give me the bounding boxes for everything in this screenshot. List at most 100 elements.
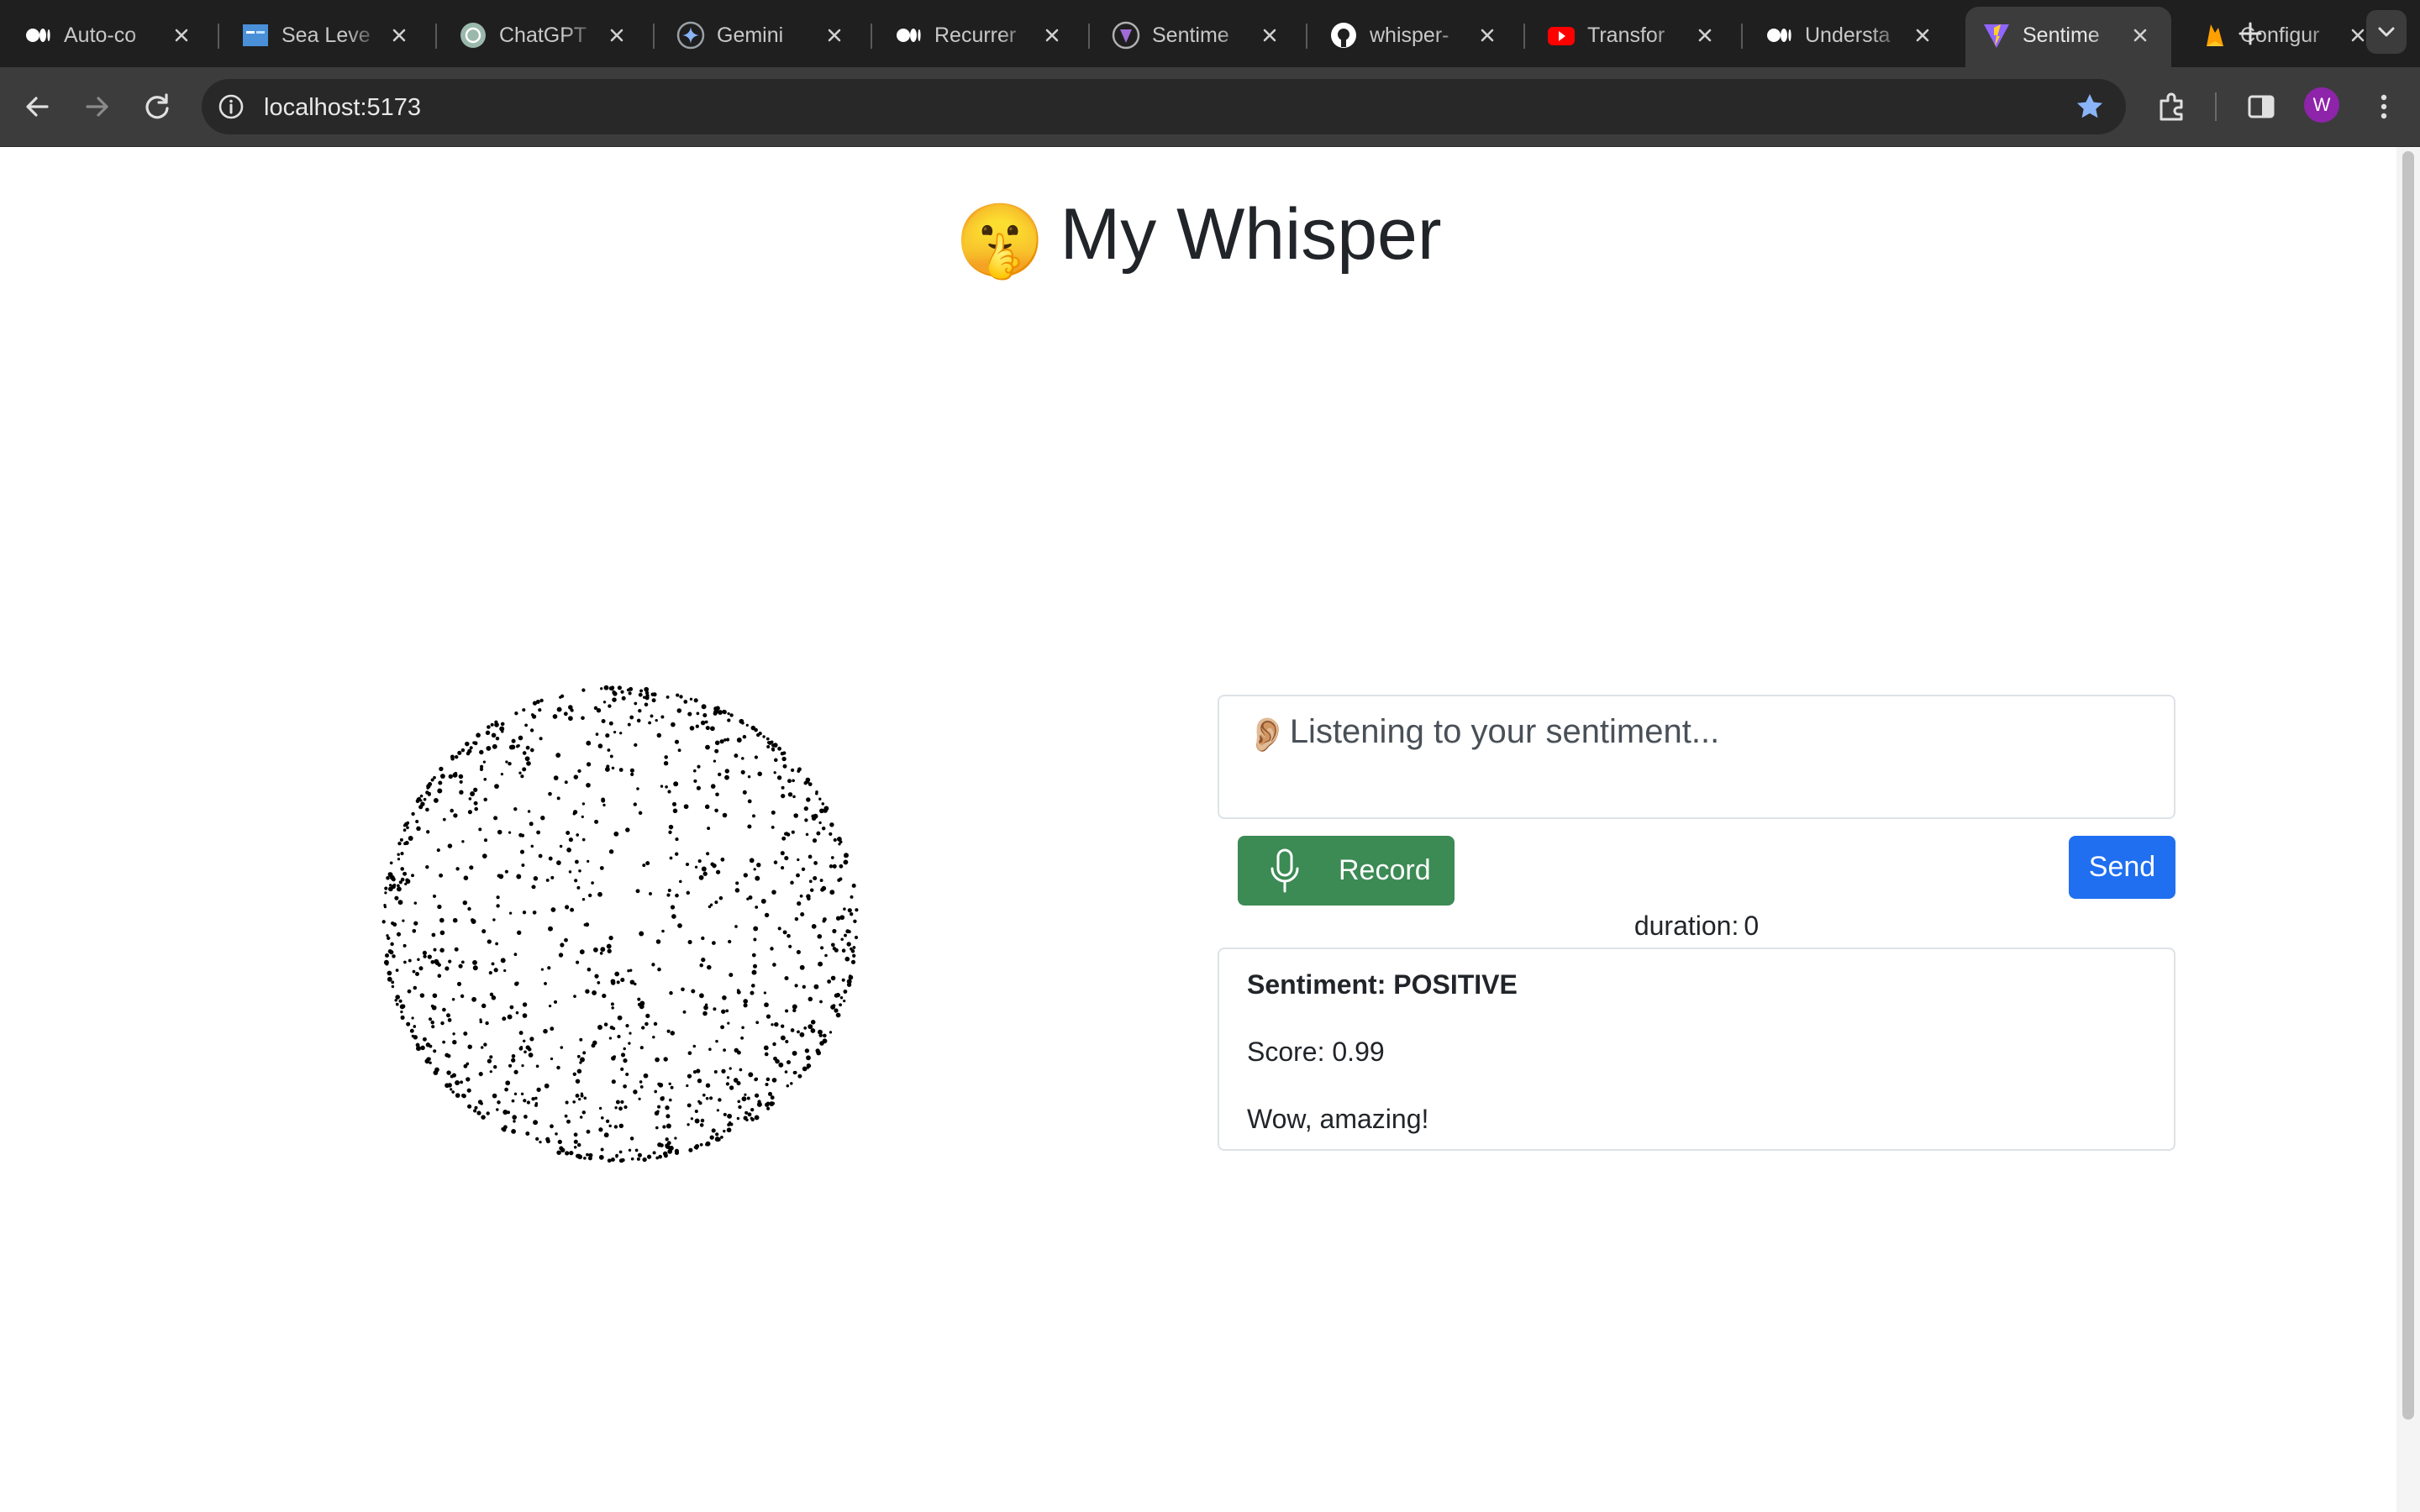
close-tab-icon[interactable] <box>1910 23 1935 48</box>
sphere-particle <box>566 848 571 853</box>
sphere-particle <box>771 810 776 815</box>
sphere-particle <box>786 1084 790 1088</box>
browser-tab[interactable]: Sea Leve <box>224 7 430 67</box>
send-button[interactable]: Send <box>2069 836 2175 899</box>
transcript-box[interactable]: 👂🏼Listening to your sentiment... <box>1218 695 2175 819</box>
browser-tab[interactable]: whisper- <box>1313 7 1518 67</box>
sphere-particle <box>474 806 478 811</box>
sphere-particle <box>555 753 561 759</box>
sphere-particle <box>397 858 401 861</box>
sphere-particle <box>620 690 624 694</box>
forward-arrow-icon[interactable] <box>77 87 116 126</box>
sphere-particle <box>617 1034 621 1039</box>
sphere-particle <box>574 859 579 864</box>
sphere-particle <box>778 1062 784 1068</box>
sentiment-app-icon <box>1112 21 1140 50</box>
side-panel-icon[interactable] <box>2242 87 2281 126</box>
sphere-particle <box>566 831 571 835</box>
sphere-particle <box>486 745 492 751</box>
sphere-particle <box>579 1116 583 1119</box>
browser-tab[interactable]: Gemini <box>660 7 865 67</box>
sphere-particle <box>746 1096 750 1100</box>
sphere-particle <box>525 1045 530 1050</box>
sphere-particle <box>455 755 459 759</box>
sphere-particle <box>433 948 437 952</box>
browser-tab[interactable]: ChatGPT <box>442 7 648 67</box>
sphere-particle <box>747 774 751 779</box>
back-arrow-icon[interactable] <box>18 87 57 126</box>
extensions-puzzle-icon[interactable] <box>2153 87 2191 126</box>
sphere-particle <box>518 771 522 774</box>
sphere-particle <box>636 787 639 790</box>
sphere-particle <box>820 946 824 950</box>
sphere-particle <box>811 924 817 929</box>
browser-tab[interactable]: Understa <box>1748 7 1954 67</box>
sphere-particle <box>497 1100 501 1105</box>
close-tab-icon[interactable] <box>822 23 847 48</box>
sphere-particle <box>492 743 497 749</box>
bookmark-star-icon[interactable] <box>2074 91 2106 123</box>
sphere-particle <box>726 1076 730 1079</box>
sphere-particle <box>827 979 831 984</box>
browser-tab[interactable]: Auto-co <box>7 7 213 67</box>
site-info-icon[interactable] <box>217 92 245 121</box>
sphere-particle <box>491 962 495 966</box>
tab-search-button[interactable] <box>2366 10 2407 54</box>
close-tab-icon[interactable] <box>169 23 194 48</box>
sphere-particle <box>805 832 809 837</box>
sphere-particle <box>790 768 795 773</box>
sphere-particle <box>459 780 463 784</box>
sphere-particle <box>753 868 756 871</box>
browser-tab[interactable]: Sentime <box>1095 7 1301 67</box>
close-tab-icon[interactable] <box>604 23 629 48</box>
sphere-particle <box>515 1011 519 1015</box>
sphere-particle <box>608 1124 612 1128</box>
sphere-particle <box>408 836 413 841</box>
sphere-particle <box>481 1115 486 1120</box>
profile-avatar[interactable]: W <box>2304 87 2339 123</box>
close-tab-icon[interactable] <box>1039 23 1065 48</box>
sphere-particle <box>780 1035 786 1041</box>
sphere-particle <box>517 930 522 935</box>
youtube-icon <box>1548 27 1575 45</box>
sphere-particle <box>790 1082 793 1085</box>
close-tab-icon[interactable] <box>1257 23 1282 48</box>
sphere-particle <box>706 852 710 856</box>
sphere-particle <box>736 1116 740 1121</box>
browser-tab[interactable]: Recurrer <box>877 7 1083 67</box>
sphere-particle <box>564 780 568 785</box>
record-button[interactable]: Record <box>1238 836 1455 906</box>
sphere-particle <box>509 1005 514 1010</box>
new-tab-plus-icon[interactable] <box>2232 15 2269 52</box>
sphere-particle <box>423 797 427 801</box>
close-tab-icon[interactable] <box>1692 23 1718 48</box>
sphere-particle <box>700 720 706 726</box>
sphere-particle <box>715 869 721 874</box>
sphere-particle <box>686 1084 689 1088</box>
scrollbar-thumb[interactable] <box>2402 151 2414 1420</box>
sphere-particle <box>619 732 623 735</box>
sphere-particle <box>629 979 635 985</box>
sphere-particle <box>782 764 787 769</box>
kebab-menu-icon[interactable] <box>2365 87 2403 126</box>
sphere-particle <box>636 718 641 723</box>
browser-tab[interactable]: Sentime <box>1965 7 2171 67</box>
sphere-particle <box>647 1154 652 1159</box>
browser-tab[interactable]: Transfor <box>1530 7 1736 67</box>
url-text[interactable]: localhost:5173 <box>264 94 421 122</box>
sphere-particle <box>602 701 607 704</box>
sphere-particle <box>841 978 845 982</box>
browser-tab[interactable]: Configur <box>2183 7 2389 67</box>
close-tab-icon[interactable] <box>387 23 412 48</box>
sphere-particle <box>665 785 668 789</box>
sphere-particle <box>439 930 445 936</box>
address-bar[interactable]: localhost:5173 <box>202 79 2126 134</box>
sphere-particle <box>750 725 756 731</box>
sphere-particle <box>809 888 814 892</box>
sphere-particle <box>623 1105 628 1110</box>
reload-icon[interactable] <box>138 87 176 126</box>
sphere-particle <box>771 1023 774 1026</box>
close-tab-icon[interactable] <box>1475 23 1500 48</box>
close-tab-icon[interactable] <box>2128 23 2153 48</box>
sphere-particle <box>670 905 676 910</box>
